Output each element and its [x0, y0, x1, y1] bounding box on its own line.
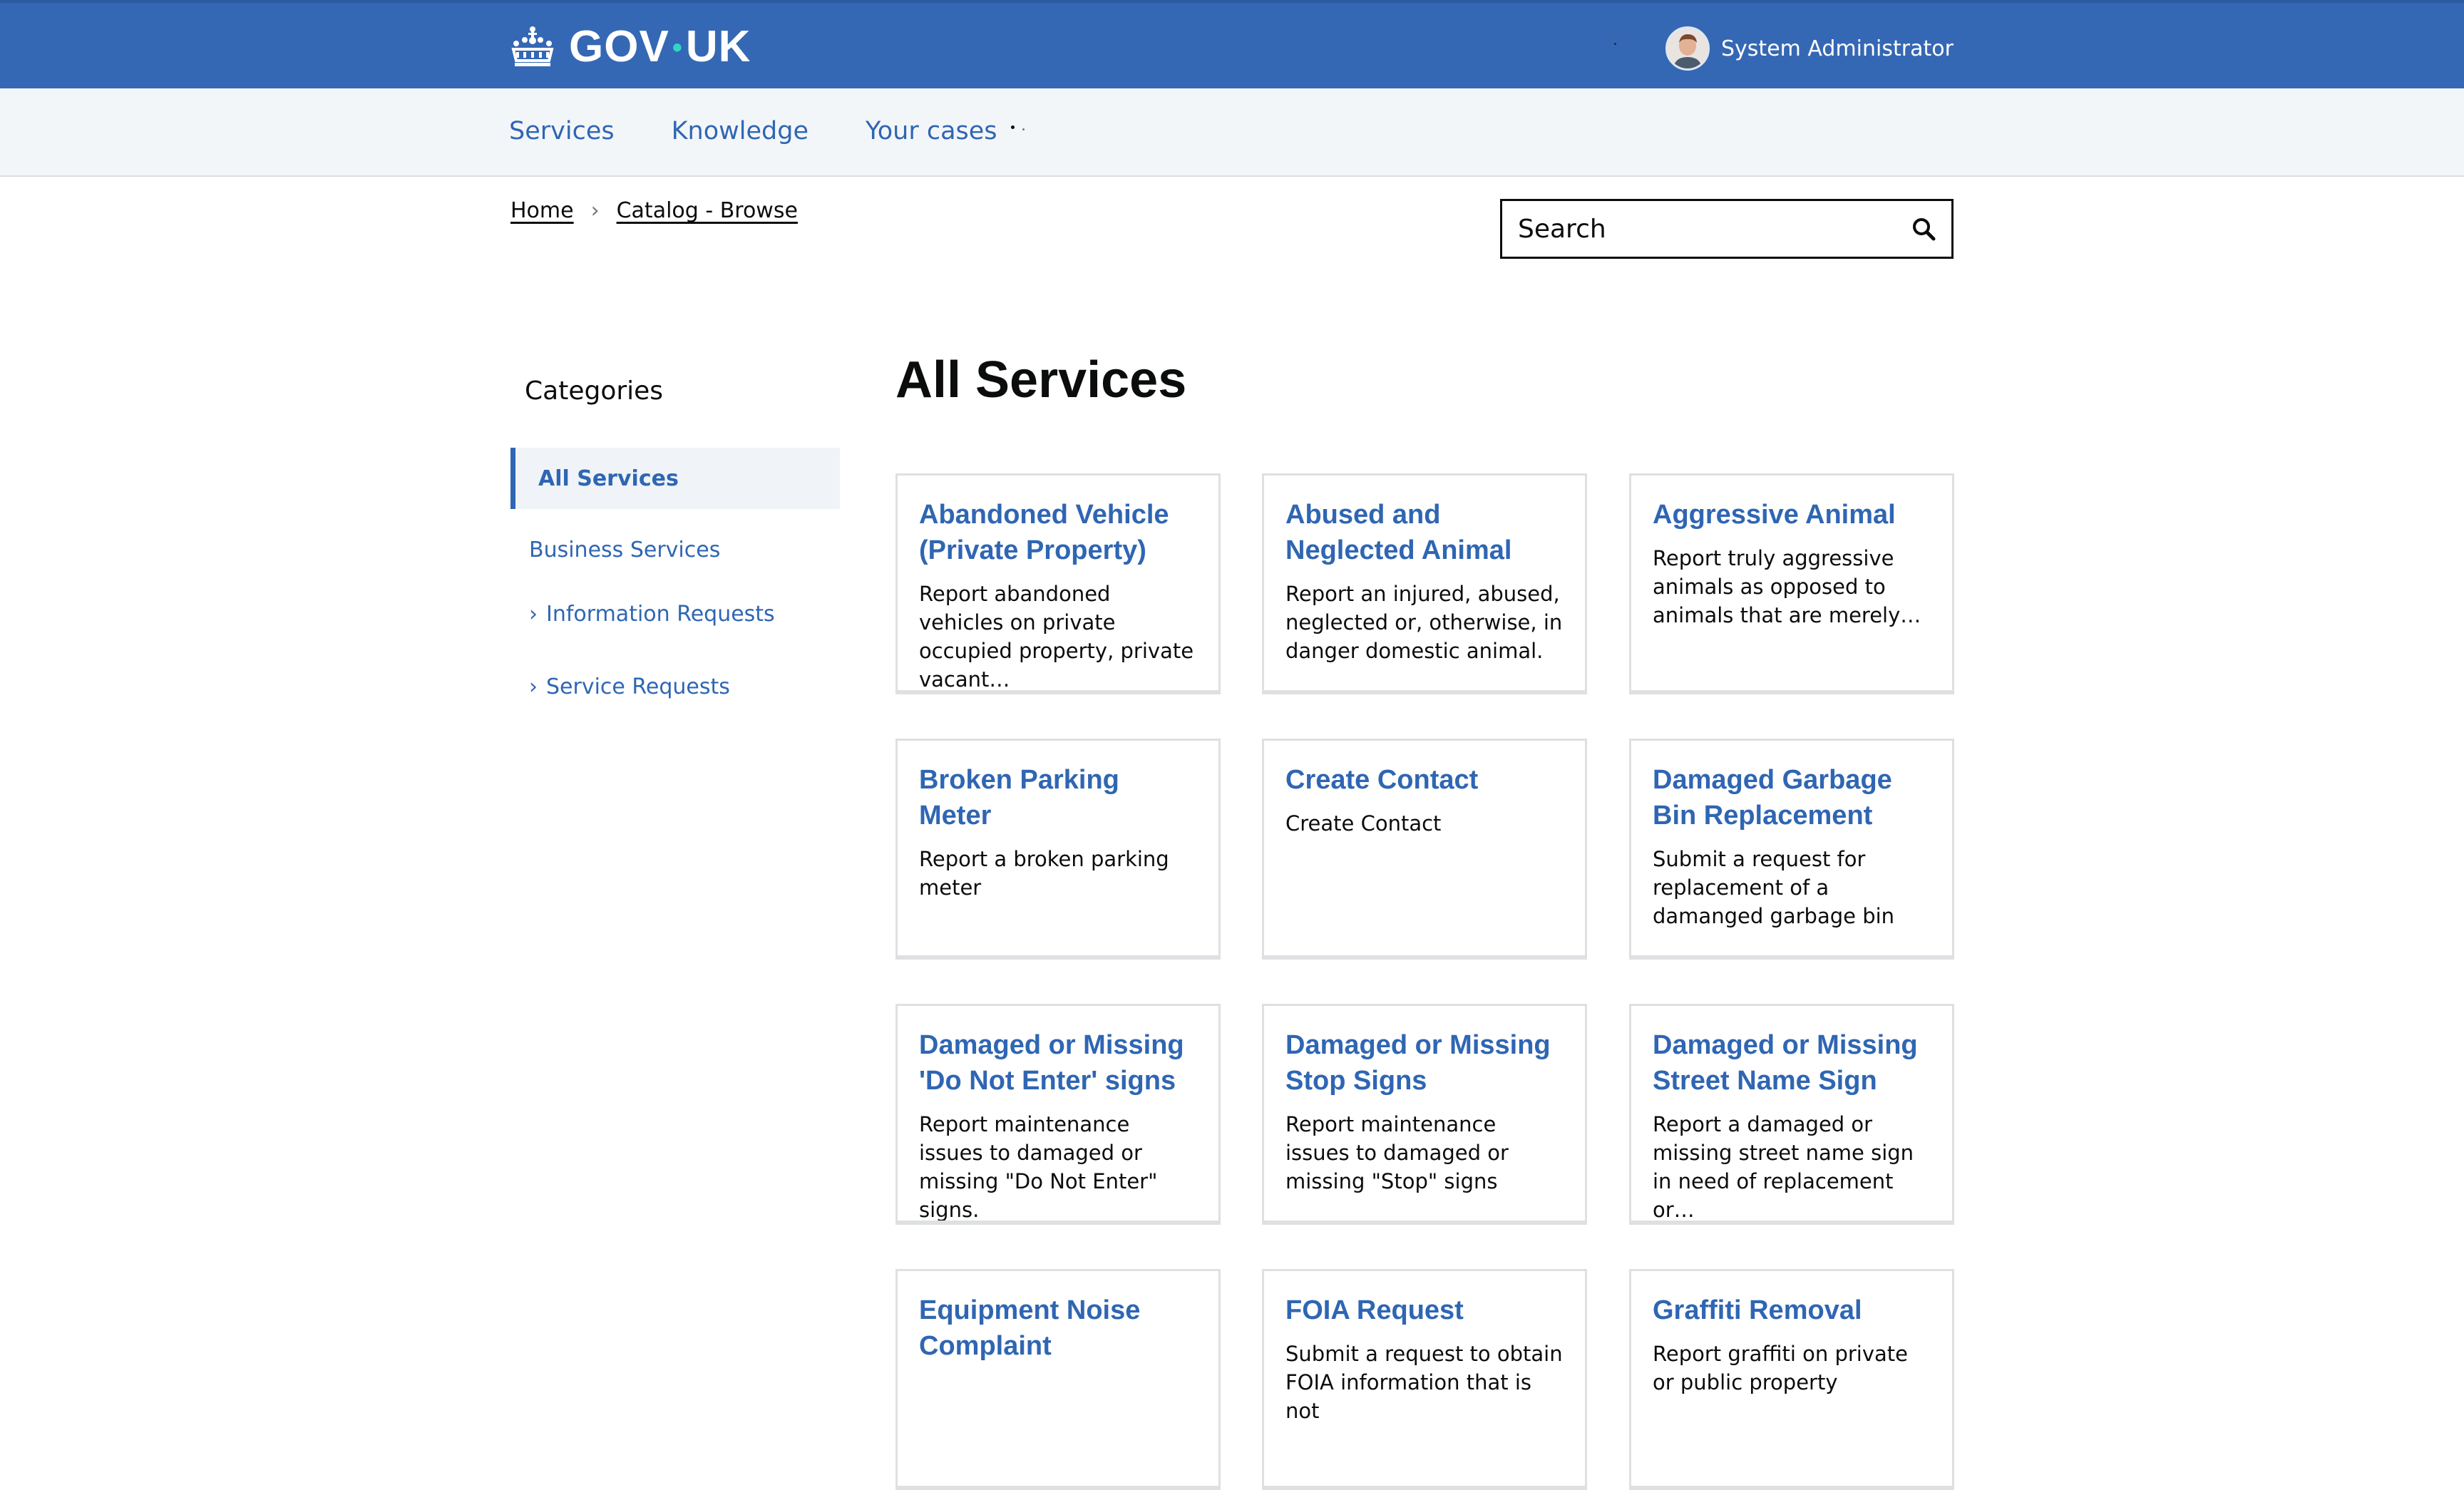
wordmark-dot: •	[672, 32, 683, 63]
categories-heading: Categories	[525, 376, 664, 406]
sidebar-item-label: All Services	[538, 466, 679, 491]
service-card-description: Submit a request to obtain FOIA informat…	[1285, 1342, 1563, 1423]
service-card[interactable]: FOIA Request Submit a request to obtain …	[1262, 1269, 1587, 1490]
service-card-description: Report abandoned vehicles on private occ…	[919, 582, 1194, 692]
user-menu[interactable]: System Administrator	[1665, 26, 1954, 71]
breadcrumb-separator-icon: ›	[590, 198, 600, 223]
sidebar-item-label: Business Services	[529, 538, 721, 562]
header-bar: GOV •UK System Administrator	[0, 0, 2464, 88]
service-card-title: Equipment Noise Complaint	[919, 1295, 1141, 1361]
breadcrumb-catalog-browse[interactable]: Catalog - Browse	[617, 198, 798, 223]
service-card[interactable]: Aggressive Animal Report truly aggressiv…	[1629, 473, 1954, 694]
nav-items: Services Knowledge Your cases	[509, 114, 997, 148]
service-card-title: Graffiti Removal	[1653, 1295, 1862, 1325]
sidebar-item-business-services[interactable]: Business Services	[529, 538, 720, 562]
sidebar-item-label: Information Requests	[546, 602, 775, 627]
service-card-description: Report truly aggressive animals as oppos…	[1653, 546, 1921, 627]
service-card[interactable]: Abused and Neglected Animal Report an in…	[1262, 473, 1587, 694]
nav-item-your-cases[interactable]: Your cases	[866, 114, 997, 148]
service-card-description: Create Contact	[1285, 811, 1442, 836]
nav-item-knowledge[interactable]: Knowledge	[672, 114, 808, 148]
service-card-title: Damaged or Missing 'Do Not Enter' signs	[919, 1030, 1184, 1096]
service-card[interactable]: Damaged Garbage Bin Replacement Submit a…	[1629, 739, 1954, 960]
sidebar-item-information-requests[interactable]: › Information Requests	[529, 602, 775, 627]
search-button[interactable]	[1896, 201, 1951, 257]
service-card[interactable]: Damaged or Missing Stop Signs Report mai…	[1262, 1004, 1587, 1225]
service-card-title: Abused and Neglected Animal	[1285, 500, 1512, 565]
service-card[interactable]: Damaged or Missing Street Name Sign Repo…	[1629, 1004, 1954, 1225]
service-card-description: Report a damaged or missing street name …	[1653, 1112, 1914, 1222]
user-name: System Administrator	[1721, 36, 1954, 61]
decorative-dot	[1614, 43, 1616, 45]
service-card-title: Aggressive Animal	[1653, 500, 1896, 530]
service-card-description: Report maintenance issues to damaged or …	[919, 1112, 1158, 1222]
breadcrumb: Home › Catalog - Browse	[510, 198, 798, 223]
search-icon	[1913, 218, 1936, 241]
service-card-title: Damaged or Missing Street Name Sign	[1653, 1030, 1918, 1096]
nav-more-dot	[1011, 125, 1015, 129]
service-card-description: Report graffiti on private or public pro…	[1653, 1342, 1909, 1394]
sidebar-item-all-services[interactable]: All Services	[510, 448, 840, 509]
breadcrumb-home[interactable]: Home	[510, 198, 574, 223]
chevron-right-icon: ›	[529, 674, 538, 699]
service-card-title: Damaged or Missing Stop Signs	[1285, 1030, 1551, 1096]
service-card[interactable]: Broken Parking Meter Report a broken par…	[895, 739, 1221, 960]
service-card-title: Abandoned Vehicle (Private Property)	[919, 500, 1169, 565]
service-card-title: Broken Parking Meter	[919, 765, 1119, 831]
nav-more-dot-small	[1022, 128, 1025, 130]
service-card[interactable]: Graffiti Removal Report graffiti on priv…	[1629, 1269, 1954, 1490]
service-card-title: Damaged Garbage Bin Replacement	[1653, 765, 1892, 831]
service-card[interactable]: Equipment Noise Complaint	[895, 1269, 1221, 1490]
govuk-logo-link[interactable]: GOV •UK	[509, 20, 751, 74]
search-input[interactable]	[1502, 200, 1896, 257]
primary-nav: Services Knowledge Your cases	[0, 88, 2464, 177]
crown-icon	[511, 26, 554, 66]
govuk-wordmark: GOV •UK	[569, 22, 751, 71]
chevron-right-icon: ›	[529, 602, 538, 627]
service-card-title: FOIA Request	[1285, 1295, 1464, 1325]
sidebar-item-label: Service Requests	[546, 674, 730, 699]
service-card-description: Submit a request for replacement of a da…	[1653, 847, 1895, 928]
search-box	[1500, 199, 1954, 259]
sidebar-item-service-requests[interactable]: › Service Requests	[529, 674, 730, 699]
service-card-title: Create Contact	[1285, 765, 1479, 795]
user-avatar-icon	[1668, 29, 1708, 68]
service-card-description: Report a broken parking meter	[919, 847, 1169, 900]
service-card-description: Report maintenance issues to damaged or …	[1285, 1112, 1509, 1193]
service-card[interactable]: Create Contact Create Contact	[1262, 739, 1587, 960]
service-card[interactable]: Abandoned Vehicle (Private Property) Rep…	[895, 473, 1221, 694]
nav-item-services[interactable]: Services	[509, 114, 615, 148]
service-card[interactable]: Damaged or Missing 'Do Not Enter' signs …	[895, 1004, 1221, 1225]
page-title: All Services	[895, 351, 1187, 409]
avatar	[1665, 26, 1710, 71]
service-card-description: Report an injured, abused, neglected or,…	[1285, 582, 1563, 663]
